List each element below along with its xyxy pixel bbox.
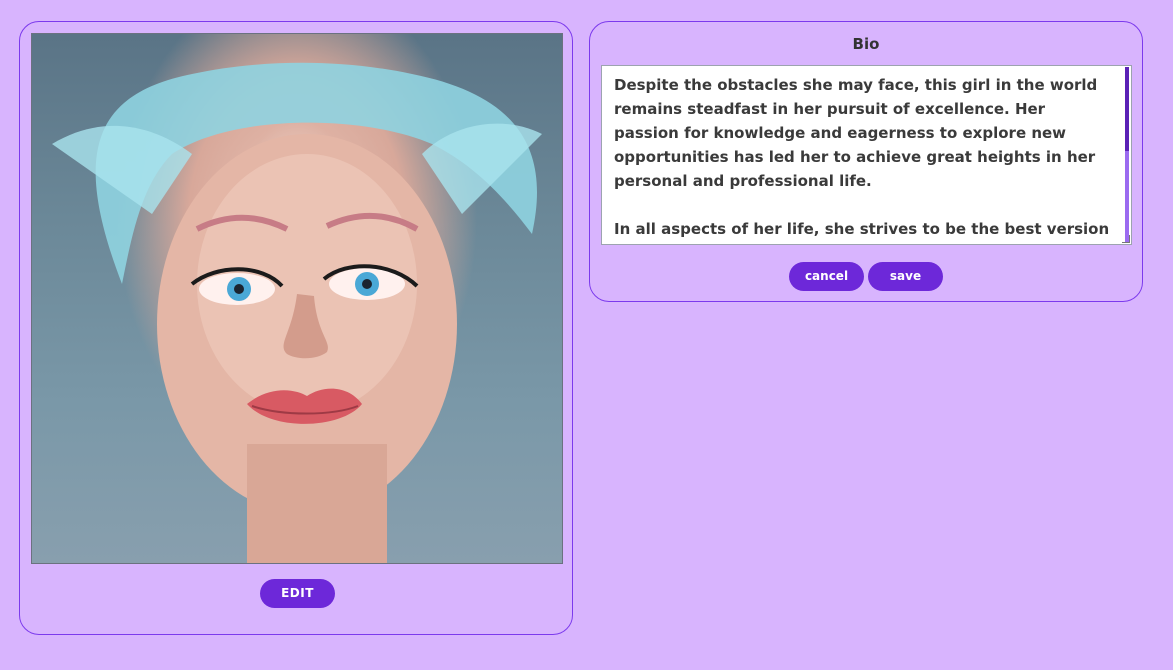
- edit-button[interactable]: EDIT: [260, 579, 335, 608]
- bio-textarea[interactable]: Despite the obstacles she may face, this…: [601, 65, 1132, 245]
- textarea-resize-handle[interactable]: [1122, 235, 1130, 243]
- bio-scrollbar-thumb[interactable]: [1125, 67, 1129, 151]
- save-button[interactable]: save: [868, 262, 943, 291]
- bio-card: Bio Despite the obstacles she may face, …: [589, 21, 1143, 302]
- portrait-illustration: [52, 62, 542, 563]
- bio-text[interactable]: Despite the obstacles she may face, this…: [614, 73, 1111, 244]
- profile-portrait-image: [31, 33, 563, 564]
- cancel-button[interactable]: cancel: [789, 262, 864, 291]
- bio-title: Bio: [852, 35, 880, 53]
- profile-image-card: EDIT: [19, 21, 573, 635]
